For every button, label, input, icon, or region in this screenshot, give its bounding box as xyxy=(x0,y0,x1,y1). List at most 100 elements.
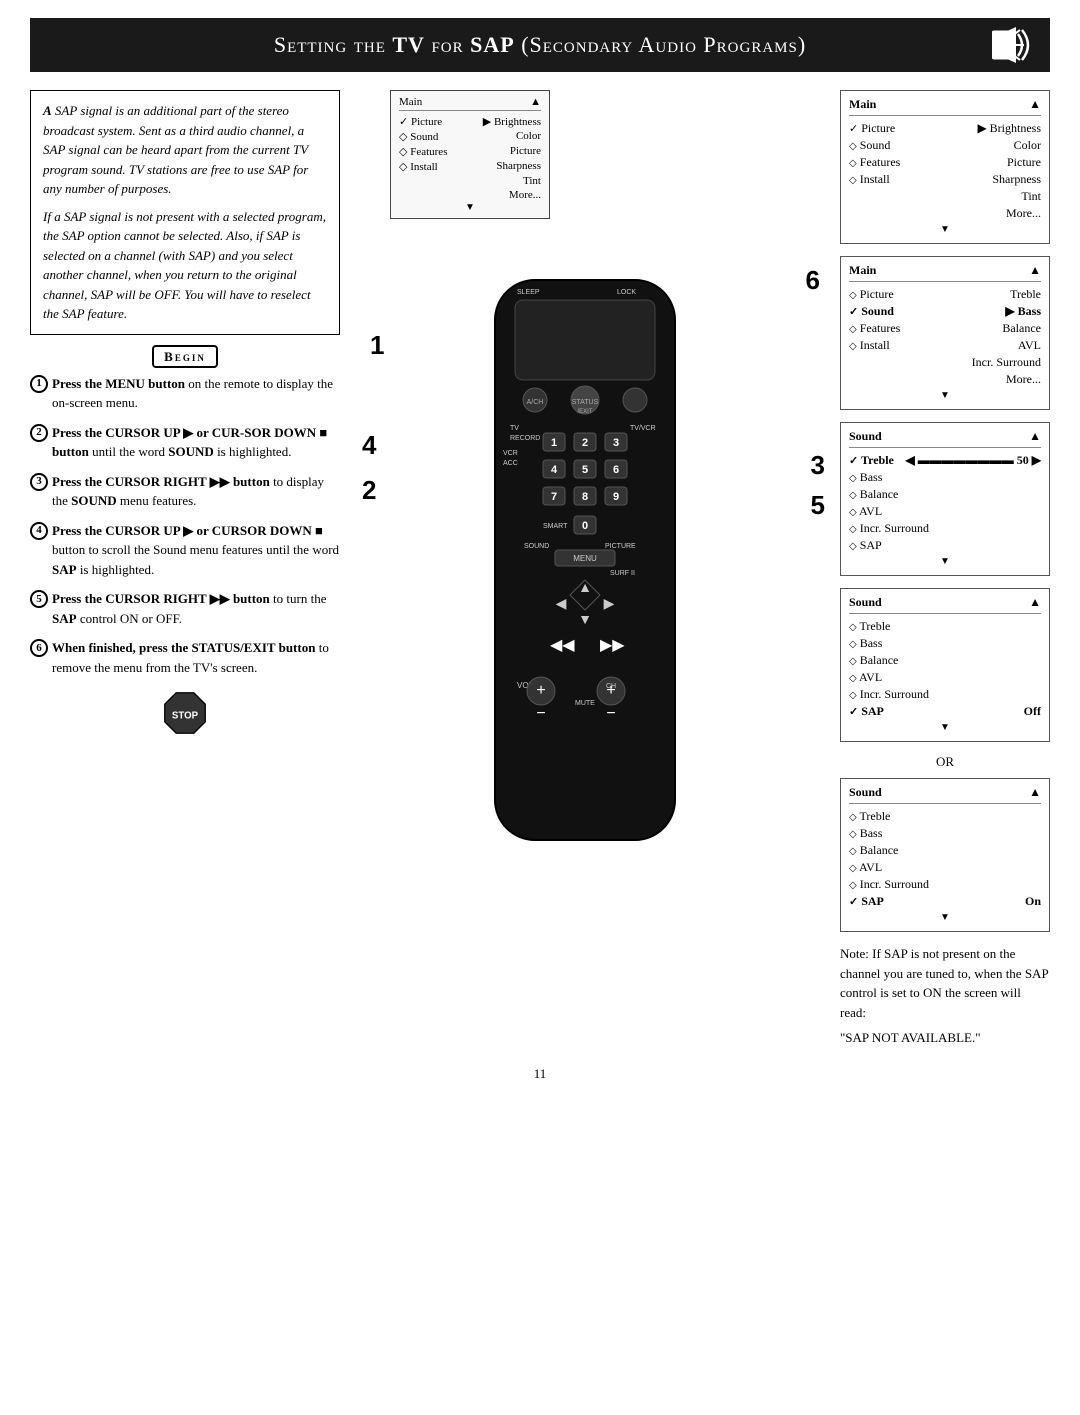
svg-text:STATUS: STATUS xyxy=(572,399,599,406)
menu-main: Main ▲ ✓ Picture ▶ Brightness ◇ Sound Co… xyxy=(840,90,1050,244)
menu-sound1-treble: ✓ Treble ◀ ▬▬▬▬▬▬▬▬ 50 ▶ xyxy=(849,452,1041,469)
svg-text:8: 8 xyxy=(582,491,588,503)
step-1: 1 Press the MENU button on the remote to… xyxy=(30,374,340,413)
menu-sound3-scroll-down: ▼ xyxy=(849,912,1041,923)
menu-main-scroll-down: ▼ xyxy=(849,224,1041,235)
step-3-num: 3 xyxy=(30,473,48,491)
svg-text:◀: ◀ xyxy=(556,595,567,611)
svg-text:LOCK: LOCK xyxy=(617,289,636,296)
menu-sound3-sap: ✓ SAP On xyxy=(849,893,1041,910)
menu-sound1-incr: ◇ Incr. Surround xyxy=(849,520,1041,537)
step-2-text: Press the CURSOR UP ▶ or CUR-SOR DOWN ■ … xyxy=(52,423,340,462)
svg-text:SOUND: SOUND xyxy=(524,543,549,550)
step-6: 6 When finished, press the STATUS/EXIT b… xyxy=(30,638,340,677)
menu-sound-sap-off: Sound ▲ ◇ Treble ◇ Bass ◇ Balance ◇ AVL … xyxy=(840,588,1050,742)
menu-main-item-tint: Tint xyxy=(849,188,1041,205)
menu-sound2-title: Sound xyxy=(849,595,882,610)
svg-text:▶: ▶ xyxy=(604,595,615,611)
svg-text:TV: TV xyxy=(510,425,519,432)
step-overlay-5: 5 xyxy=(811,490,825,521)
left-column: A SAP signal is an additional part of th… xyxy=(30,90,340,1048)
step-overlay-1: 1 xyxy=(370,330,384,361)
menu-main-item-features: ◇ Features Picture xyxy=(849,154,1041,171)
svg-text:PICTURE: PICTURE xyxy=(605,543,636,550)
menu-sound2-bass: ◇ Bass xyxy=(849,635,1041,652)
step-overlay-3: 3 xyxy=(811,450,825,481)
menu-main2-install: ◇ Install AVL xyxy=(849,337,1041,354)
svg-text:1: 1 xyxy=(551,437,557,449)
menu-sound1-avl: ◇ AVL xyxy=(849,503,1041,520)
step-4: 4 Press the CURSOR UP ▶ or CURSOR DOWN ■… xyxy=(30,521,340,580)
remote-control: SLEEP LOCK A/CH STATUS /EXIT TV RECORD T… xyxy=(435,270,735,850)
svg-text:7: 7 xyxy=(551,491,557,503)
intro-para1: A SAP signal is an additional part of th… xyxy=(43,101,327,199)
menu-main2-more: More... xyxy=(849,371,1041,388)
step-6-num: 6 xyxy=(30,639,48,657)
step-overlay-4: 4 xyxy=(362,430,376,461)
menu-main-item-picture: ✓ Picture ▶ Brightness xyxy=(849,120,1041,137)
menu-sound2-treble: ◇ Treble xyxy=(849,618,1041,635)
menu-sound3-title: Sound xyxy=(849,785,882,800)
menu-sound3-avl: ◇ AVL xyxy=(849,859,1041,876)
step-4-text: Press the CURSOR UP ▶ or CURSOR DOWN ■ b… xyxy=(52,521,340,580)
svg-text:0: 0 xyxy=(582,520,588,532)
menu-sound2-incr: ◇ Incr. Surround xyxy=(849,686,1041,703)
stop-icon: STOP xyxy=(163,691,207,735)
step-6-text: When finished, press the STATUS/EXIT but… xyxy=(52,638,340,677)
steps-list: 1 Press the MENU button on the remote to… xyxy=(30,374,340,678)
svg-text:◀◀: ◀◀ xyxy=(550,637,575,654)
intro-para2: If a SAP signal is not present with a se… xyxy=(43,207,327,324)
svg-text:ACC: ACC xyxy=(503,460,518,467)
menu-sound2-balance: ◇ Balance xyxy=(849,652,1041,669)
menu-sound2-up-arrow: ▲ xyxy=(1029,595,1041,610)
menu-sound1-up-arrow: ▲ xyxy=(1029,429,1041,444)
menu-main-title: Main xyxy=(849,97,876,112)
svg-text:▶▶: ▶▶ xyxy=(600,637,625,654)
svg-text:STOP: STOP xyxy=(172,710,199,721)
note-text: Note: If SAP is not present on the chann… xyxy=(840,944,1050,1048)
menu-main-item-more: More... xyxy=(849,205,1041,222)
menu-sound1-scroll-down: ▼ xyxy=(849,556,1041,567)
step-1-num: 1 xyxy=(30,375,48,393)
menu-main-up-arrow: ▲ xyxy=(1029,97,1041,112)
begin-badge: Begin xyxy=(30,349,340,366)
svg-text:▼: ▼ xyxy=(578,611,592,627)
step-overlay-6: 6 xyxy=(806,265,820,296)
menu-sound2-avl: ◇ AVL xyxy=(849,669,1041,686)
menu-sound1-balance: ◇ Balance xyxy=(849,486,1041,503)
menu-main2-features: ◇ Features Balance xyxy=(849,320,1041,337)
step-3: 3 Press the CURSOR RIGHT ▶▶ button to di… xyxy=(30,472,340,511)
menu-sound1-bass: ◇ Bass xyxy=(849,469,1041,486)
svg-text:6: 6 xyxy=(613,464,619,476)
header-title: Setting the TV for SAP (Secondary Audio … xyxy=(274,32,806,58)
svg-text:MENU: MENU xyxy=(573,554,597,563)
svg-text:▲: ▲ xyxy=(578,579,592,595)
svg-text:SLEEP: SLEEP xyxy=(517,289,540,296)
menu-sound2-sap: ✓ SAP Off xyxy=(849,703,1041,720)
svg-text:SMART: SMART xyxy=(543,523,568,530)
intro-text: A SAP signal is an additional part of th… xyxy=(43,101,327,324)
step-3-text: Press the CURSOR RIGHT ▶▶ button to disp… xyxy=(52,472,340,511)
step-5-num: 5 xyxy=(30,590,48,608)
right-column: Main ▲ ✓ Picture ▶ Brightness ◇ Sound Co… xyxy=(830,90,1050,1048)
svg-text:9: 9 xyxy=(613,491,619,503)
menu-main-item-sound: ◇ Sound Color xyxy=(849,137,1041,154)
svg-text:3: 3 xyxy=(613,437,619,449)
menu-main-sound-selected: Main ▲ ◇ Picture Treble ✓ Sound ▶ Bass ◇… xyxy=(840,256,1050,410)
audio-icon xyxy=(992,26,1036,64)
menu-sound1-sap: ◇ SAP xyxy=(849,537,1041,554)
menu-sound3-incr: ◇ Incr. Surround xyxy=(849,876,1041,893)
menu-sound3-up-arrow: ▲ xyxy=(1029,785,1041,800)
svg-text:RECORD: RECORD xyxy=(510,435,540,442)
menu-main2-picture: ◇ Picture Treble xyxy=(849,286,1041,303)
svg-text:SURF II: SURF II xyxy=(610,570,635,577)
menu-main-item-install: ◇ Install Sharpness xyxy=(849,171,1041,188)
svg-text:+: + xyxy=(606,682,615,699)
or-label: OR xyxy=(840,754,1050,770)
step-1-text: Press the MENU button on the remote to d… xyxy=(52,374,340,413)
svg-text:/EXIT: /EXIT xyxy=(577,409,592,415)
svg-text:2: 2 xyxy=(582,437,588,449)
menu-sound3-balance: ◇ Balance xyxy=(849,842,1041,859)
svg-text:+: + xyxy=(536,682,545,699)
svg-text:MUTE: MUTE xyxy=(575,700,595,707)
